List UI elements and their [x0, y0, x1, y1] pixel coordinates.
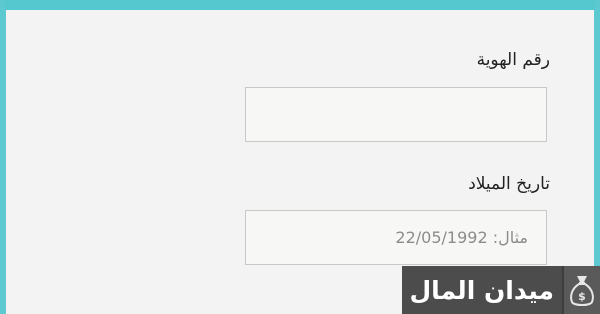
svg-text:$: $	[578, 290, 586, 303]
watermark-text: ميدان المال	[409, 275, 554, 305]
id-number-input[interactable]	[245, 87, 547, 142]
panel-top-border	[0, 0, 600, 10]
birth-date-input[interactable]	[245, 210, 547, 265]
money-bag-icon: $	[562, 266, 600, 314]
watermark: ميدان المال $	[402, 266, 600, 314]
panel-left-border	[0, 0, 6, 314]
birth-date-label: تاريخ الميلاد	[468, 174, 550, 194]
form-panel: رقم الهوية تاريخ الميلاد ميدان المال $	[0, 0, 600, 314]
id-number-label: رقم الهوية	[476, 50, 550, 70]
